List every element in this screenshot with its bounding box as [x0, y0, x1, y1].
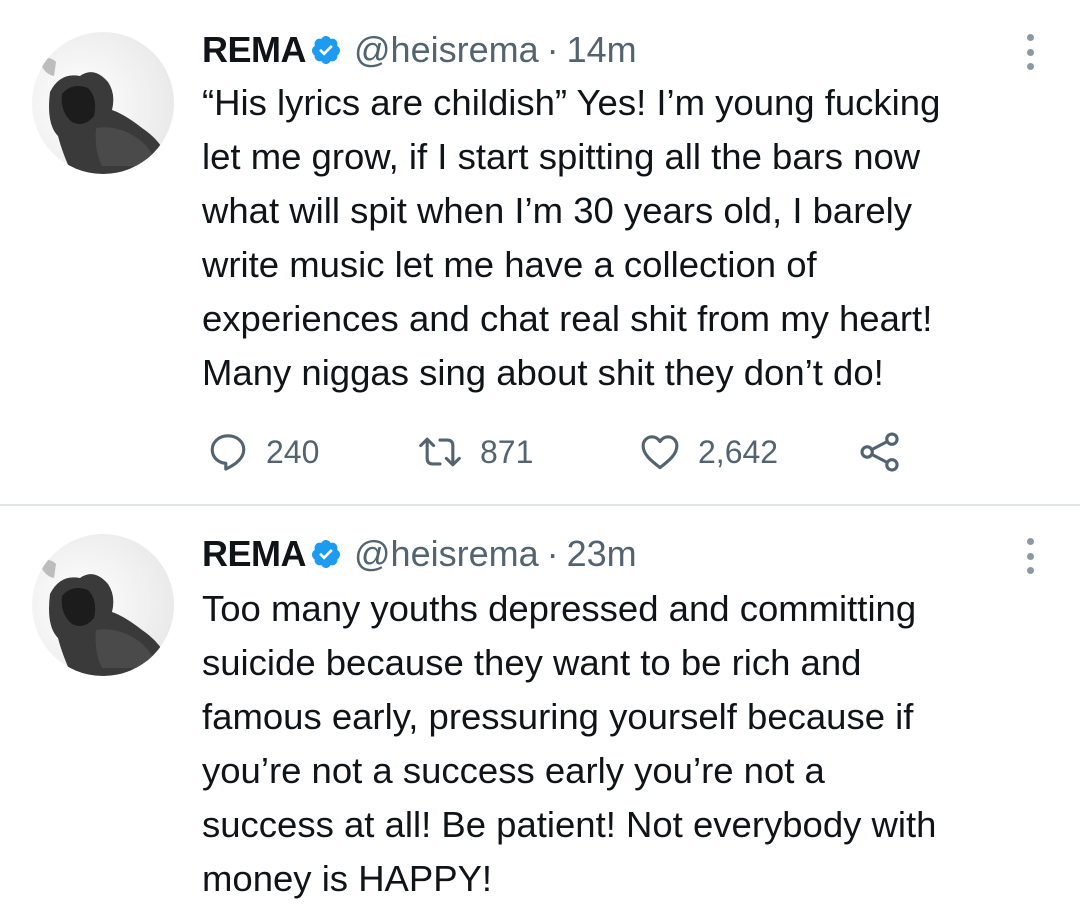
avatar-image — [32, 534, 174, 676]
tweet-text-line: money is HAPPY! — [202, 858, 493, 899]
menu-dot — [1026, 567, 1034, 574]
author-handle[interactable]: @heisrema — [354, 30, 539, 70]
avatar[interactable] — [32, 534, 174, 676]
retweet-icon — [419, 437, 461, 467]
tweet-text-line: Too many youths depressed and committing — [202, 588, 917, 629]
reply-count: 240 — [266, 433, 320, 470]
tweet-text-line: “His lyrics are childish” Yes! I’m young… — [202, 82, 941, 123]
tweet-text-line: you’re not a success early you’re not a — [202, 750, 825, 791]
menu-dot — [1026, 48, 1034, 56]
author-name[interactable]: REMA — [202, 534, 307, 574]
tweet-text-line: suicide because they want to be rich and — [202, 642, 862, 683]
share-button[interactable] — [858, 424, 902, 480]
retweet-count: 871 — [480, 433, 534, 470]
tweet-text-line: success at all! Be patient! Not everybod… — [202, 804, 937, 845]
menu-dot — [1026, 538, 1034, 545]
avatar[interactable] — [32, 32, 174, 174]
reply-button[interactable]: 240 — [206, 424, 319, 480]
tweet-text-line: let me grow, if I start spitting all the… — [202, 136, 921, 177]
tweet-timestamp[interactable]: 14m — [567, 30, 637, 70]
tweet-timestamp[interactable]: 23m — [567, 534, 637, 574]
author-name[interactable]: REMA — [202, 30, 307, 70]
separator: · — [546, 29, 559, 70]
menu-dot — [1026, 34, 1034, 41]
avatar-image — [32, 32, 174, 174]
verified-badge-icon — [310, 538, 342, 570]
tweet-text-line: famous early, pressuring yourself becaus… — [202, 696, 914, 737]
menu-dot — [1026, 63, 1034, 70]
like-button[interactable]: 2,642 — [638, 424, 778, 480]
menu-dot — [1026, 552, 1034, 560]
tweet-text: “His lyrics are childish” Yes! I’m young… — [202, 76, 1062, 400]
tweet-actions: 240 871 2,642 — [206, 424, 926, 480]
author-handle[interactable]: @heisrema — [354, 534, 539, 574]
tweet-text-line: experiences and chat real shit from my h… — [202, 298, 933, 339]
tweet-header: REMA @heisrema · 23m — [202, 534, 637, 574]
reply-icon — [210, 434, 246, 471]
tweet[interactable]: REMA @heisrema · 23m Too many youths dep… — [0, 506, 1080, 916]
share-icon — [860, 432, 899, 472]
more-options-icon[interactable] — [1024, 34, 1036, 70]
retweet-button[interactable]: 871 — [416, 424, 533, 480]
tweet-text-line: Many niggas sing about shit they don’t d… — [202, 352, 884, 393]
tweet-header: REMA @heisrema · 14m — [202, 30, 637, 70]
more-options-icon[interactable] — [1024, 538, 1036, 574]
tweet-text-line: what will spit when I’m 30 years old, I … — [202, 190, 913, 231]
like-count: 2,642 — [698, 433, 779, 470]
tweet-text-line: write music let me have a collection of — [202, 244, 817, 285]
tweet[interactable]: REMA @heisrema · 14m “His lyrics are chi… — [0, 0, 1080, 506]
heart-icon — [641, 435, 679, 470]
separator: · — [546, 533, 559, 574]
tweet-text: Too many youths depressed and committing… — [202, 582, 1062, 906]
verified-badge-icon — [310, 34, 342, 66]
